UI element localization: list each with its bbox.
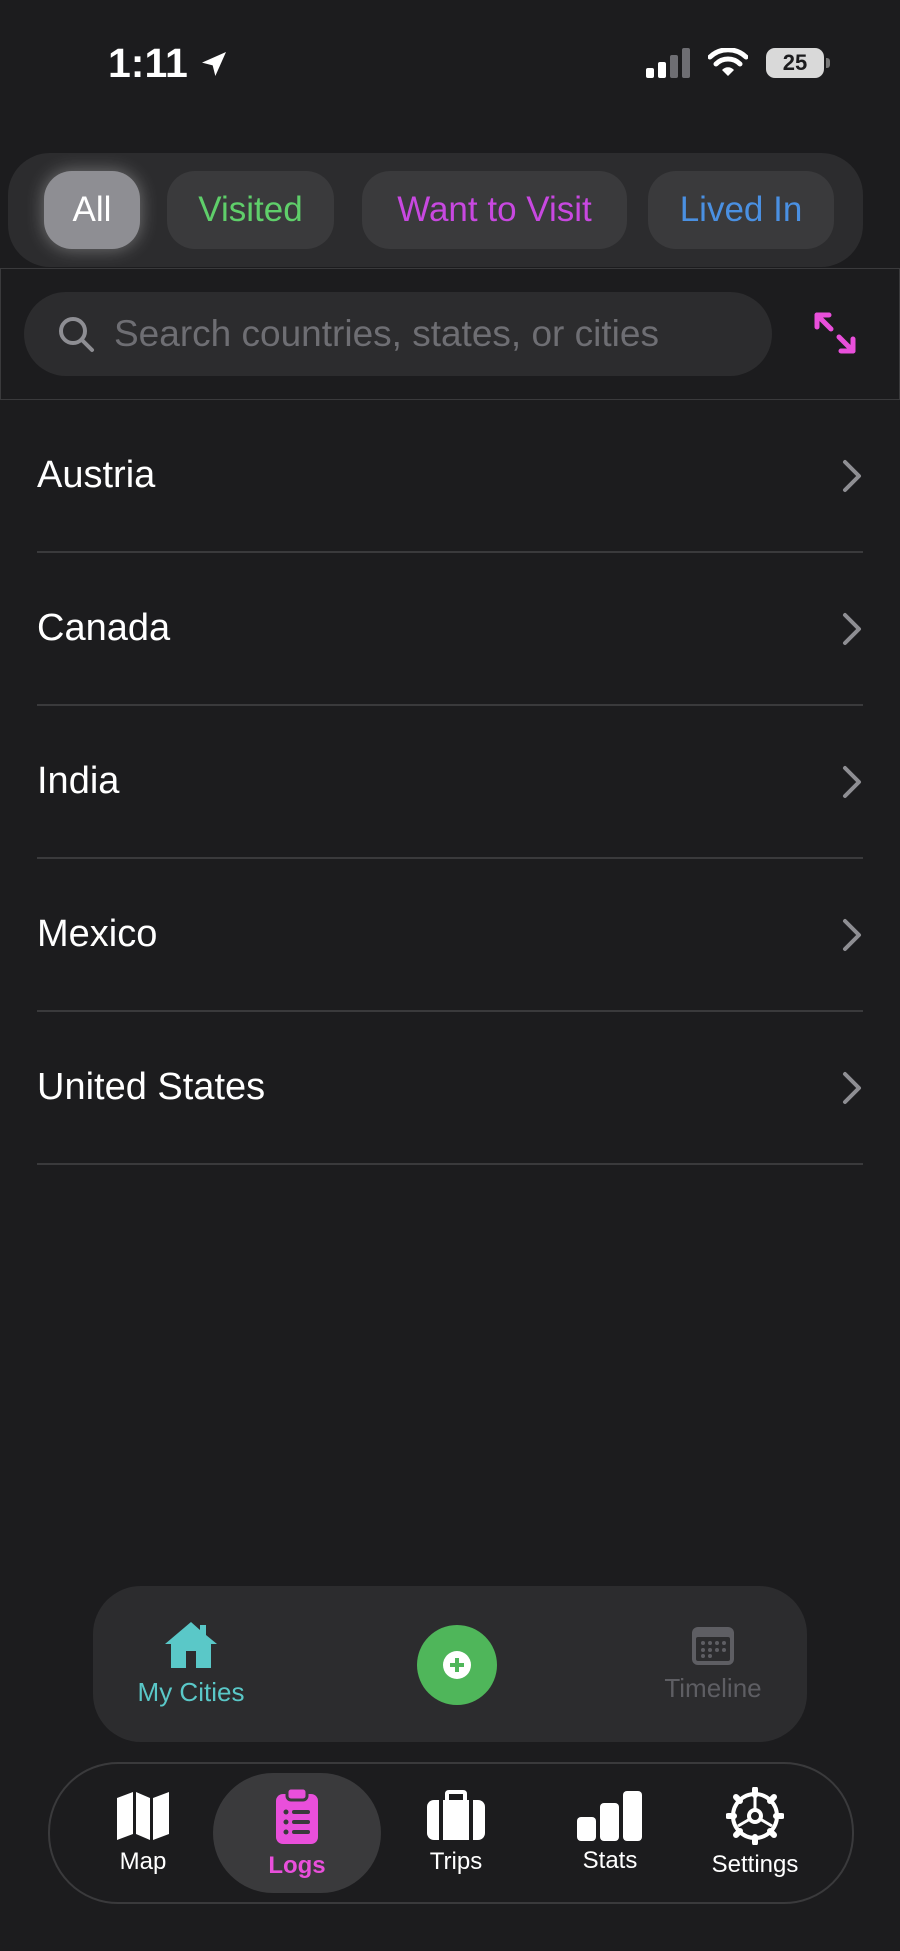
country-name: India xyxy=(37,760,120,802)
map-icon xyxy=(117,1792,169,1840)
chevron-right-icon xyxy=(843,460,861,492)
list-item-india[interactable]: India xyxy=(37,706,863,859)
search-placeholder: Search countries, states, or cities xyxy=(114,313,659,354)
my-cities-label: My Cities xyxy=(137,1677,245,1707)
timeline-button[interactable]: Timeline xyxy=(658,1623,768,1704)
view-switcher-bar: My Cities Timeline xyxy=(93,1586,807,1742)
house-icon xyxy=(165,1622,217,1668)
wifi-icon xyxy=(708,48,748,76)
add-button[interactable] xyxy=(417,1625,497,1705)
tab-settings-label: Settings xyxy=(711,1851,799,1878)
clipboard-list-icon xyxy=(276,1786,318,1844)
location-arrow-icon xyxy=(201,51,226,76)
battery-level: 25 xyxy=(782,50,808,75)
timeline-label: Timeline xyxy=(664,1673,762,1703)
search-area: Search countries, states, or cities xyxy=(0,268,900,400)
list-item-canada[interactable]: Canada xyxy=(37,553,863,706)
filter-visited[interactable]: Visited xyxy=(167,171,334,249)
status-time: 1:11 xyxy=(108,40,230,87)
country-name: Mexico xyxy=(37,913,158,955)
bar-chart-icon xyxy=(577,1791,642,1841)
country-name: Canada xyxy=(37,607,171,649)
country-name: United States xyxy=(37,1066,266,1108)
my-cities-button[interactable]: My Cities xyxy=(136,1619,246,1708)
tab-logs-label: Logs xyxy=(268,1852,326,1879)
expand-icon[interactable] xyxy=(811,309,859,357)
cellular-signal-icon xyxy=(646,48,690,78)
filter-bar: All Visited Want to Visit Lived In xyxy=(8,153,863,267)
filter-all-label: All xyxy=(72,190,112,229)
chevron-right-icon xyxy=(843,919,861,951)
country-name: Austria xyxy=(37,454,156,496)
plus-circle-icon xyxy=(443,1651,471,1679)
list-item-austria[interactable]: Austria xyxy=(37,400,863,553)
list-item-united-states[interactable]: United States xyxy=(37,1012,863,1165)
filter-lived-in-label: Lived In xyxy=(679,190,803,229)
gear-icon xyxy=(726,1787,784,1845)
battery-indicator: 25 xyxy=(766,48,830,78)
calendar-icon xyxy=(692,1627,734,1665)
tab-settings[interactable]: Settings xyxy=(695,1764,815,1902)
tab-bar: Map Logs Trips Stats Settings xyxy=(48,1762,854,1904)
search-icon xyxy=(59,317,94,352)
country-list: Austria Canada India Mexico United State… xyxy=(37,400,863,1165)
tab-logs[interactable]: Logs xyxy=(213,1773,381,1893)
chevron-right-icon xyxy=(843,1072,861,1104)
suitcase-icon xyxy=(427,1790,485,1840)
filter-want-to-visit[interactable]: Want to Visit xyxy=(362,171,627,249)
tab-trips[interactable]: Trips xyxy=(401,1764,511,1902)
filter-lived-in[interactable]: Lived In xyxy=(648,171,834,249)
status-icons: 25 xyxy=(646,48,830,78)
tab-stats-label: Stats xyxy=(582,1847,638,1874)
filter-want-to-visit-label: Want to Visit xyxy=(397,190,592,229)
chevron-right-icon xyxy=(843,766,861,798)
tab-map-label: Map xyxy=(119,1848,167,1875)
tab-map[interactable]: Map xyxy=(88,1764,198,1902)
tab-stats[interactable]: Stats xyxy=(555,1764,665,1902)
search-input[interactable]: Search countries, states, or cities xyxy=(24,292,772,376)
list-item-mexico[interactable]: Mexico xyxy=(37,859,863,1012)
status-time-text: 1:11 xyxy=(108,40,188,86)
tab-trips-label: Trips xyxy=(429,1848,483,1875)
filter-visited-label: Visited xyxy=(198,190,303,229)
chevron-right-icon xyxy=(843,613,861,645)
filter-all[interactable]: All xyxy=(44,171,140,249)
